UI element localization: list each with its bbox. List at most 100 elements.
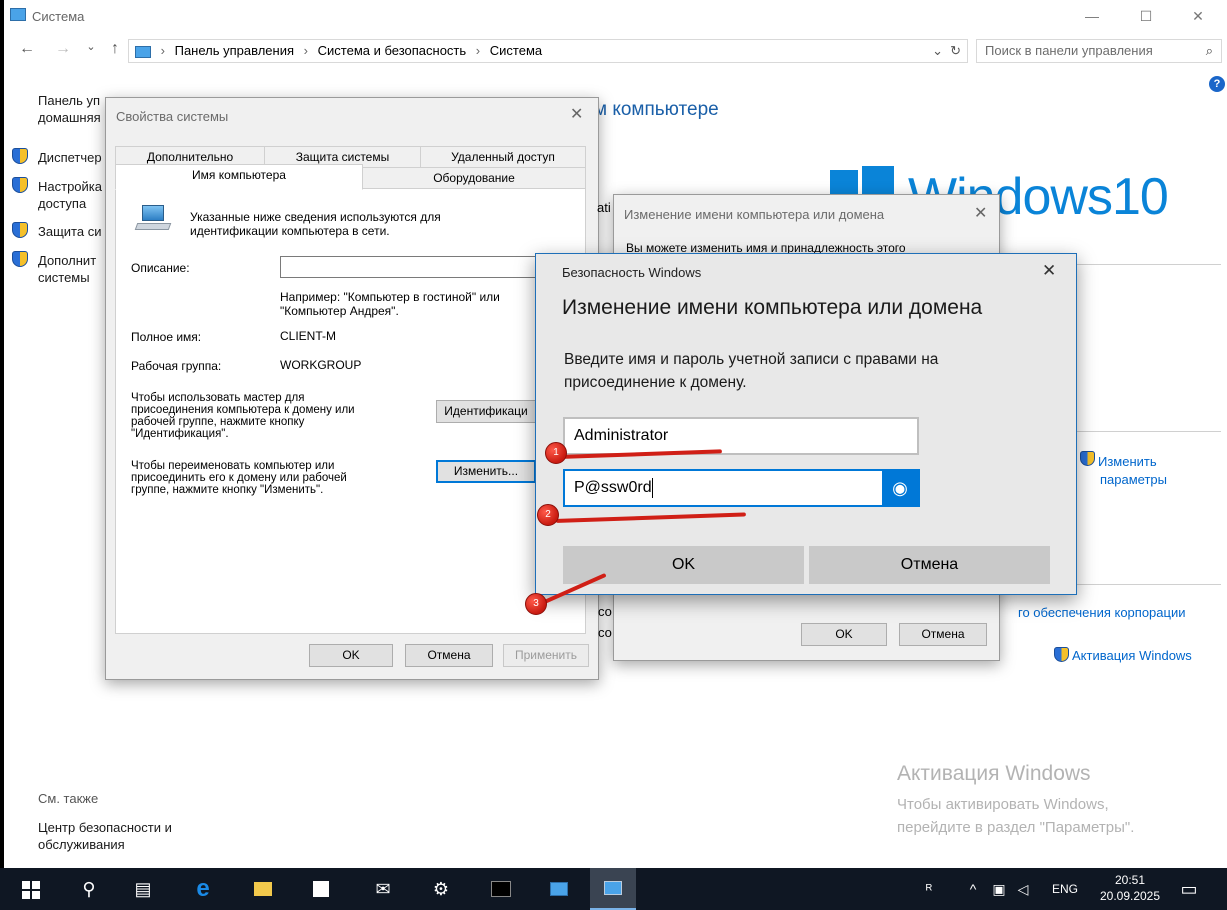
- ok-button[interactable]: OK: [801, 623, 887, 646]
- edge-icon[interactable]: e: [192, 877, 214, 901]
- wizard-line: рабочей группе, нажмите кнопку: [131, 416, 305, 428]
- username-field[interactable]: Administrator: [563, 417, 919, 455]
- control-panel-icon[interactable]: [548, 878, 570, 900]
- search-input[interactable]: Поиск в панели управления ⌕: [976, 39, 1222, 63]
- corp-support-link[interactable]: го обеспечения корпорации: [1018, 605, 1185, 620]
- network-icon[interactable]: ▣: [988, 878, 1010, 900]
- watermark-line2: перейдите в раздел "Параметры".: [897, 819, 1135, 836]
- forward-arrow-icon[interactable]: →: [54, 40, 72, 60]
- wizard-line: "Идентификация".: [131, 428, 229, 440]
- activation-link[interactable]: Активация Windows: [1072, 648, 1192, 663]
- close-icon[interactable]: ✕: [1042, 261, 1056, 281]
- action-center-icon[interactable]: ▭: [1178, 878, 1200, 900]
- password-value: P@ssw0rd: [574, 479, 652, 496]
- dialog-prompt: Введите имя и пароль учетной записи с пр…: [564, 348, 938, 394]
- recent-chevron-icon[interactable]: ⌄: [82, 40, 100, 60]
- sidebar-item-label2: доступа: [38, 196, 87, 211]
- tab-computer-name[interactable]: Имя компьютера: [115, 164, 363, 190]
- annotation-marker-2: 2: [537, 504, 559, 526]
- minimize-button[interactable]: —: [1070, 4, 1114, 28]
- sidebar-item-label: Настройка: [38, 179, 102, 194]
- workgroup-label: Рабочая группа:: [131, 359, 222, 373]
- apply-button[interactable]: Применить: [503, 644, 589, 667]
- help-icon[interactable]: ?: [1209, 76, 1225, 92]
- change-settings-link[interactable]: Изменить параметры: [1098, 453, 1167, 489]
- sidebar-item-label2: системы: [38, 270, 90, 285]
- shield-icon: [12, 251, 28, 267]
- search-icon[interactable]: ⚲: [78, 878, 100, 900]
- annotation-marker-3: 3: [525, 593, 547, 615]
- close-icon[interactable]: ✕: [974, 203, 987, 223]
- task-view-icon[interactable]: ▤: [132, 878, 154, 900]
- fullname-value: CLIENT-M: [280, 329, 337, 343]
- language-indicator[interactable]: ENG: [1052, 882, 1078, 896]
- system-properties-dialog: Свойства системы ✕ Дополнительно Защита …: [105, 97, 599, 680]
- start-icon[interactable]: [20, 878, 42, 900]
- explorer-icon[interactable]: [252, 878, 274, 900]
- sidebar-item-advanced[interactable]: Дополнит системы: [38, 252, 96, 286]
- back-arrow-icon[interactable]: ←: [18, 40, 36, 60]
- info-line1: Указанные ниже сведения используются для: [190, 210, 441, 224]
- cancel-button[interactable]: Отмена: [809, 546, 1050, 584]
- rename-line: присоединить его к домену или рабочей: [131, 472, 347, 484]
- maximize-button[interactable]: ☐: [1124, 4, 1168, 28]
- sidebar-item-remote-access[interactable]: Настройка доступа: [38, 178, 102, 212]
- volume-icon[interactable]: ◁: [1012, 878, 1034, 900]
- wizard-line: Чтобы использовать мастер для: [131, 392, 305, 404]
- cmd-icon[interactable]: [490, 878, 512, 900]
- address-dropdown-icon[interactable]: ⌄: [932, 40, 943, 62]
- shield-icon: [1054, 647, 1069, 662]
- shield-icon: [12, 177, 28, 193]
- tab-hardware[interactable]: Оборудование: [362, 167, 586, 189]
- settings-icon[interactable]: ⚙: [430, 878, 452, 900]
- chevron-right-icon: ›: [160, 43, 165, 58]
- example-text: Например: "Компьютер в гостиной" или "Ко…: [280, 290, 500, 318]
- see-also-label: См. также: [38, 791, 99, 806]
- close-icon[interactable]: ✕: [570, 104, 583, 124]
- change-button[interactable]: Изменить...: [436, 460, 536, 483]
- annotation-marker-1: 1: [545, 442, 567, 464]
- chevron-up-icon[interactable]: ^: [962, 878, 984, 900]
- sidebar-item-system-protection[interactable]: Защита си: [38, 223, 101, 240]
- close-button[interactable]: ✕: [1176, 4, 1220, 28]
- window-title: Система: [32, 9, 85, 24]
- text-cursor: [651, 477, 653, 498]
- store-icon[interactable]: [310, 878, 332, 900]
- people-icon[interactable]: ᴿ: [918, 878, 940, 900]
- search-icon[interactable]: ⌕: [1206, 40, 1213, 62]
- dialog-heading: Изменение имени компьютера или домена: [562, 296, 983, 319]
- address-bar-row: ← → ⌄ ↑ › Панель управления › Система и …: [4, 34, 1227, 66]
- workgroup-value: WORKGROUP: [280, 358, 362, 372]
- dialog-title: Свойства системы: [116, 109, 229, 124]
- sidebar-home-link[interactable]: Панель уп домашняя: [38, 92, 101, 126]
- clock[interactable]: 20:51 20.09.2025: [1098, 872, 1162, 904]
- fullname-label: Полное имя:: [131, 330, 202, 344]
- security-center-link[interactable]: Центр безопасности и обслуживания: [38, 819, 172, 853]
- example-line1: Например: "Компьютер в гостиной" или: [280, 290, 500, 304]
- ok-button[interactable]: OK: [309, 644, 393, 667]
- mail-icon[interactable]: ✉: [372, 878, 394, 900]
- identification-button[interactable]: Идентификаци: [436, 400, 536, 423]
- info-text: Указанные ниже сведения используются для…: [190, 210, 441, 238]
- description-input[interactable]: [280, 256, 540, 278]
- breadcrumb-control-panel[interactable]: Панель управления: [175, 43, 294, 58]
- text-fragment: со: [598, 625, 612, 640]
- shield-icon: [1080, 451, 1095, 466]
- cancel-button[interactable]: Отмена: [405, 644, 493, 667]
- breadcrumb-system-security[interactable]: Система и безопасность: [318, 43, 467, 58]
- info-line2: идентификации компьютера в сети.: [190, 224, 390, 238]
- rename-line: группе, нажмите кнопку "Изменить".: [131, 484, 324, 496]
- password-field[interactable]: P@ssw0rd ◉: [563, 469, 920, 507]
- breadcrumb-system[interactable]: Система: [490, 43, 542, 58]
- active-app-highlight[interactable]: [590, 868, 636, 910]
- refresh-icon[interactable]: ↻: [950, 40, 961, 62]
- cancel-button[interactable]: Отмена: [899, 623, 987, 646]
- tab-remote-access[interactable]: Удаленный доступ: [420, 146, 586, 168]
- title-bar: Система — ☐ ✕: [4, 0, 1227, 34]
- dialog-title: Изменение имени компьютера или домена: [624, 207, 885, 222]
- clock-date: 20.09.2025: [1099, 889, 1161, 903]
- reveal-password-icon[interactable]: ◉: [882, 471, 918, 505]
- up-arrow-icon[interactable]: ↑: [106, 40, 124, 60]
- sidebar-item-device-manager[interactable]: Диспетчер: [38, 149, 102, 166]
- address-field[interactable]: › Панель управления › Система и безопасн…: [128, 39, 968, 63]
